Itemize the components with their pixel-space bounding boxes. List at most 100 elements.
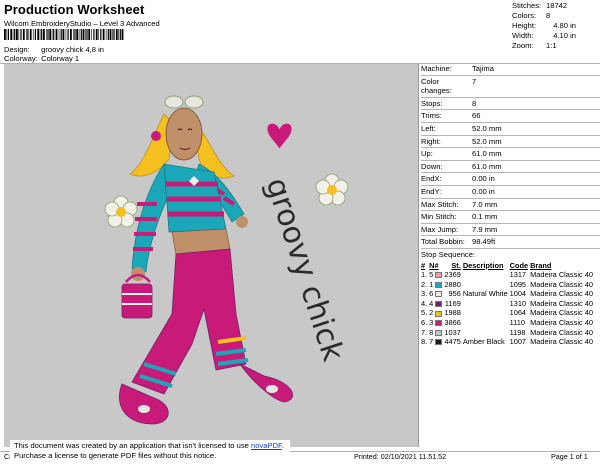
- width-value: 4.10 in: [553, 31, 576, 40]
- printed-timestamp: Printed: 02/10/2021 11.51.52: [354, 452, 447, 461]
- color-swatch: [435, 281, 443, 288]
- row-number: 4.: [421, 298, 428, 308]
- row-stitches: 2880: [444, 279, 461, 289]
- endx-label: EndX:: [421, 174, 442, 184]
- row-brand: Madeira Classic 40: [530, 337, 593, 347]
- barcode-bar: [70, 29, 72, 40]
- table-row: 8. 7 4475 Amber Black 1007 Madeira Classic 4…: [421, 337, 595, 347]
- endx-value: 0.00 in: [472, 174, 495, 184]
- stitches-label: Stitches:: [512, 1, 542, 10]
- page-title: Production Worksheet: [4, 2, 145, 17]
- embroidery-artwork: groovy chick: [104, 95, 351, 425]
- trims-value: 66: [472, 111, 481, 121]
- down-value: 61.0 mm: [472, 161, 502, 171]
- colors-value: 8: [546, 11, 551, 20]
- barcode-bar: [86, 29, 88, 40]
- barcode-bar: [14, 29, 16, 40]
- flower-icon: [315, 173, 349, 206]
- barcode-bar: [105, 29, 107, 40]
- zoom-label: Zoom:: [512, 41, 534, 50]
- row-stitches: 1169: [444, 298, 461, 308]
- barcode-bar: [107, 29, 109, 40]
- col-header-stitches: St.: [451, 260, 461, 270]
- row-needle: 6: [429, 289, 444, 299]
- design-name: groovy chick 4,8 in: [41, 45, 105, 54]
- barcode-bar: [39, 29, 41, 40]
- colorway-row: Colorway: Colorway 1: [4, 54, 79, 63]
- barcode-bar: [20, 29, 22, 40]
- novapdf-link[interactable]: novaPDF: [251, 441, 282, 450]
- row-number: 3.: [421, 289, 428, 299]
- height-value: 4.80 in: [553, 21, 576, 30]
- down-label: Down:: [421, 161, 443, 171]
- max-jump-value: 7.9 mm: [472, 224, 498, 234]
- barcode-bar: [80, 29, 82, 40]
- row-stitches: 4475: [444, 337, 461, 347]
- barcode-bar: [27, 29, 29, 40]
- row-needle: 4: [429, 299, 444, 309]
- barcode-bar: [32, 29, 34, 40]
- page-number: Page 1 of 1: [551, 452, 588, 461]
- software-name: Wilcom EmbroideryStudio – Level 3 Advanc…: [4, 19, 160, 28]
- row-stitches: 3866: [444, 318, 461, 328]
- row-needle: 1: [429, 280, 444, 290]
- row-number: 2.: [421, 279, 428, 289]
- notice-text: This document was created by an applicat…: [14, 441, 249, 450]
- design-label: Design:: [4, 45, 30, 54]
- barcode-bar: [34, 29, 36, 40]
- stitches-value: 18742: [546, 1, 568, 10]
- barcode-bar: [65, 29, 67, 40]
- barcode-bar: [47, 29, 49, 40]
- barcode-bar: [76, 29, 79, 40]
- barcode-bar: [91, 29, 92, 40]
- barcode-bar: [55, 29, 58, 40]
- row-code: 1095: [509, 279, 527, 289]
- color-changes-value: 7: [472, 76, 477, 86]
- barcode-bar: [53, 29, 55, 40]
- row-number: 5.: [421, 308, 428, 318]
- design-preview: groovy chick: [4, 64, 419, 447]
- stops-value: 8: [472, 98, 477, 108]
- barcode-bar: [60, 29, 62, 40]
- row-number: 1.: [421, 270, 428, 280]
- barcode-bar: [18, 29, 20, 40]
- row-brand: Madeira Classic 40: [530, 298, 593, 308]
- barcode-bar: [74, 29, 76, 40]
- barcode-bar: [115, 29, 118, 40]
- table-row: 3. 6 956 Natural White 1004 Madeira Classic …: [421, 289, 595, 299]
- barcode-bar: [4, 29, 6, 40]
- row-needle: 5: [429, 270, 444, 280]
- table-row: 6. 3 3866 1110 Madeira Classic 40: [421, 318, 595, 328]
- barcode-bar: [88, 29, 91, 40]
- row-stitches: 2369: [444, 270, 461, 280]
- colors-label: Colors:: [512, 11, 537, 20]
- table-row: 7. 8 1037 1198 Madeira Classic 40: [421, 328, 595, 338]
- row-code: 1004: [509, 289, 527, 299]
- barcode-bar: [51, 29, 53, 40]
- up-label: Up:: [421, 149, 433, 159]
- row-code: 1110: [509, 318, 525, 328]
- barcode-bar: [16, 29, 18, 40]
- row-description: [463, 299, 510, 309]
- barcode-bar: [102, 29, 105, 40]
- max-stitch-value: 7.0 mm: [472, 199, 498, 209]
- table-row: 1. 5 2369 1317 Madeira Classic 40: [421, 270, 595, 280]
- total-bobbin-label: Total Bobbin:: [421, 237, 465, 247]
- row-description: [463, 328, 510, 338]
- row-number: 6.: [421, 318, 428, 328]
- barcode-bar: [98, 29, 99, 40]
- left-value: 52.0 mm: [472, 123, 502, 133]
- row-brand: Madeira Classic 40: [530, 327, 593, 337]
- color-swatch: [435, 310, 443, 317]
- row-code: 1198: [509, 327, 526, 337]
- barcode-bar: [62, 29, 65, 40]
- barcode-bar: [37, 29, 40, 40]
- row-needle: 3: [429, 318, 444, 328]
- barcode-comma: ,: [121, 27, 125, 39]
- color-swatch: [435, 339, 443, 346]
- barcode-bar: [67, 29, 69, 40]
- row-stitches: 1037: [444, 327, 461, 337]
- barcode-bar: [29, 29, 32, 40]
- table-row: 5. 2 1988 1064 Madeira Classic 40: [421, 308, 595, 318]
- right-label: Right:: [421, 136, 441, 146]
